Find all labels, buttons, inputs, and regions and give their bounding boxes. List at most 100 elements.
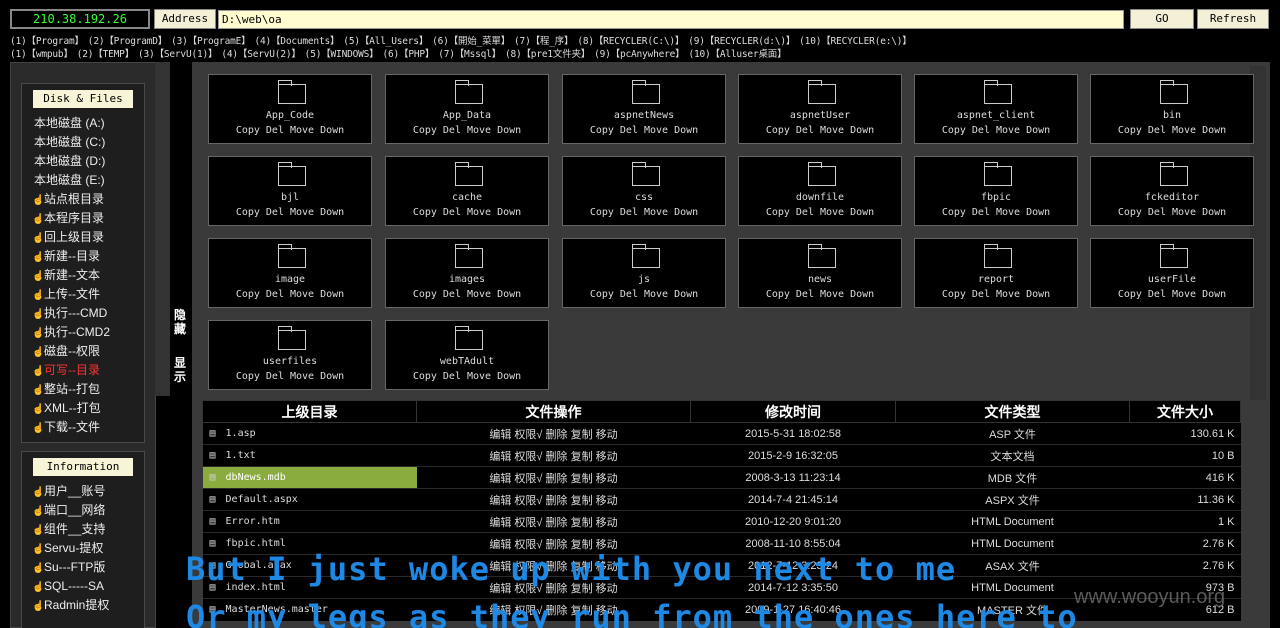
file-actions[interactable]: 编辑 权限√ 删除 复制 移动 — [416, 510, 691, 533]
file-name[interactable]: ▤ dbNews.mdb — [202, 466, 417, 489]
folder-name[interactable]: aspnetUser — [739, 110, 901, 121]
sidebar-scrollbar[interactable] — [155, 62, 171, 396]
folder-name[interactable]: images — [386, 274, 548, 285]
folder-tile[interactable]: news Copy Del Move Down — [738, 238, 902, 308]
folder-name[interactable]: userfiles — [209, 356, 371, 367]
folder-actions[interactable]: Copy Del Move Down — [209, 371, 371, 382]
file-name[interactable]: ▤ Error.htm — [202, 510, 417, 533]
folder-actions[interactable]: Copy Del Move Down — [209, 207, 371, 218]
info-item-su-ftp[interactable]: ☝Su---FTP版 — [22, 558, 144, 577]
shortcut-link[interactable]: (4)【ServU(2)】 — [221, 49, 301, 60]
folder-name[interactable]: css — [563, 192, 725, 203]
folder-tile[interactable]: aspnetNews Copy Del Move Down — [562, 74, 726, 144]
info-item-radmin[interactable]: ☝Radmin提权 — [22, 596, 144, 615]
sidebar-item-pack-xml[interactable]: ☝XML--打包 — [22, 399, 144, 418]
folder-name[interactable]: bin — [1091, 110, 1253, 121]
info-item-components[interactable]: ☝组件__支持 — [22, 520, 144, 539]
sidebar-item-new-dir[interactable]: ☝新建--目录 — [22, 247, 144, 266]
info-item-accounts[interactable]: ☝用户__账号 — [22, 482, 144, 501]
folder-tile[interactable]: js Copy Del Move Down — [562, 238, 726, 308]
folder-actions[interactable]: Copy Del Move Down — [209, 125, 371, 136]
file-name[interactable]: ▤ 1.txt — [202, 444, 417, 467]
folder-actions[interactable]: Copy Del Move Down — [915, 289, 1077, 300]
folder-name[interactable]: cache — [386, 192, 548, 203]
file-actions[interactable]: 编辑 权限√ 删除 复制 移动 — [416, 444, 691, 467]
shortcut-link[interactable]: (2)【TEMP】 — [77, 49, 134, 60]
hide-button[interactable]: 隐藏 — [172, 308, 188, 336]
folder-actions[interactable]: Copy Del Move Down — [563, 125, 725, 136]
folder-tile[interactable]: App_Data Copy Del Move Down — [385, 74, 549, 144]
folder-tile[interactable]: downfile Copy Del Move Down — [738, 156, 902, 226]
folder-name[interactable]: webTAdult — [386, 356, 548, 367]
refresh-button[interactable]: Refresh — [1197, 9, 1269, 29]
folder-tile[interactable]: images Copy Del Move Down — [385, 238, 549, 308]
folder-name[interactable]: fckeditor — [1091, 192, 1253, 203]
folder-name[interactable]: aspnet_client — [915, 110, 1077, 121]
folder-tile[interactable]: cache Copy Del Move Down — [385, 156, 549, 226]
folder-tile[interactable]: bjl Copy Del Move Down — [208, 156, 372, 226]
shortcut-link[interactable]: (10)【RECYCLER(e:\)】 — [799, 36, 912, 47]
file-name[interactable]: ▤ 1.asp — [202, 422, 417, 445]
folder-tile[interactable]: aspnet_client Copy Del Move Down — [914, 74, 1078, 144]
folder-actions[interactable]: Copy Del Move Down — [739, 125, 901, 136]
folder-actions[interactable]: Copy Del Move Down — [739, 289, 901, 300]
sidebar-item-disk-perm[interactable]: ☝磁盘--权限 — [22, 342, 144, 361]
folder-name[interactable]: downfile — [739, 192, 901, 203]
folder-name[interactable]: App_Data — [386, 110, 548, 121]
sidebar-item-program-dir[interactable]: ☝本程序目录 — [22, 209, 144, 228]
info-item-servu[interactable]: ☝Servu-提权 — [22, 539, 144, 558]
folder-tile[interactable]: fckeditor Copy Del Move Down — [1090, 156, 1254, 226]
disk-c[interactable]: 本地磁盘 (C:) — [22, 133, 144, 152]
shortcut-link[interactable]: (9)【pcAnywhere】 — [594, 49, 685, 60]
file-actions[interactable]: 编辑 权限√ 删除 复制 移动 — [416, 466, 691, 489]
folder-actions[interactable]: Copy Del Move Down — [1091, 289, 1253, 300]
shortcut-link[interactable]: (6)【PHP】 — [382, 49, 434, 60]
disk-d[interactable]: 本地磁盘 (D:) — [22, 152, 144, 171]
sidebar-item-writable-dir[interactable]: ☝可写--目录 — [22, 361, 144, 380]
folder-tile[interactable]: image Copy Del Move Down — [208, 238, 372, 308]
folder-tile[interactable]: css Copy Del Move Down — [562, 156, 726, 226]
folder-actions[interactable]: Copy Del Move Down — [563, 207, 725, 218]
file-actions[interactable]: 编辑 权限√ 删除 复制 移动 — [416, 422, 691, 445]
address-button[interactable]: Address — [154, 9, 216, 29]
folder-name[interactable]: news — [739, 274, 901, 285]
folder-actions[interactable]: Copy Del Move Down — [915, 207, 1077, 218]
sidebar-item-pack-site[interactable]: ☝整站--打包 — [22, 380, 144, 399]
shortcut-link[interactable]: (3)【ServU(1)】 — [138, 49, 218, 60]
sidebar-item-cmd2[interactable]: ☝执行--CMD2 — [22, 323, 144, 342]
folder-name[interactable]: aspnetNews — [563, 110, 725, 121]
folder-actions[interactable]: Copy Del Move Down — [386, 371, 548, 382]
sidebar-item-new-text[interactable]: ☝新建--文本 — [22, 266, 144, 285]
folder-name[interactable]: report — [915, 274, 1077, 285]
folder-actions[interactable]: Copy Del Move Down — [915, 125, 1077, 136]
folder-tile[interactable]: bin Copy Del Move Down — [1090, 74, 1254, 144]
file-name[interactable]: ▤ Default.aspx — [202, 488, 417, 511]
col-parent-dir[interactable]: 上级目录 — [202, 400, 417, 423]
shortcut-link[interactable]: (8)【pre1文件夹】 — [505, 49, 590, 60]
file-actions[interactable]: 编辑 权限√ 删除 复制 移动 — [416, 488, 691, 511]
folder-name[interactable]: image — [209, 274, 371, 285]
folder-actions[interactable]: Copy Del Move Down — [209, 289, 371, 300]
folder-actions[interactable]: Copy Del Move Down — [739, 207, 901, 218]
sidebar-item-upload[interactable]: ☝上传--文件 — [22, 285, 144, 304]
folder-name[interactable]: bjl — [209, 192, 371, 203]
shortcut-link[interactable]: (10)【Alluser桌面】 — [688, 49, 786, 60]
folder-actions[interactable]: Copy Del Move Down — [1091, 125, 1253, 136]
shortcut-link[interactable]: (1)【wmpub】 — [10, 49, 73, 60]
disk-e[interactable]: 本地磁盘 (E:) — [22, 171, 144, 190]
info-item-ports[interactable]: ☝端口__网络 — [22, 501, 144, 520]
folder-name[interactable]: App_Code — [209, 110, 371, 121]
folder-tile[interactable]: App_Code Copy Del Move Down — [208, 74, 372, 144]
sidebar-item-download[interactable]: ☝下载--文件 — [22, 418, 144, 437]
sidebar-item-site-root[interactable]: ☝站点根目录 — [22, 190, 144, 209]
folder-tile[interactable]: fbpic Copy Del Move Down — [914, 156, 1078, 226]
address-input[interactable] — [218, 10, 1124, 29]
info-item-sql-sa[interactable]: ☝SQL-----SA — [22, 577, 144, 596]
folder-name[interactable]: userFile — [1091, 274, 1253, 285]
sidebar-item-cmd[interactable]: ☝执行---CMD — [22, 304, 144, 323]
show-button[interactable]: 显示 — [172, 356, 188, 384]
folder-tile[interactable]: userFile Copy Del Move Down — [1090, 238, 1254, 308]
shortcut-link[interactable]: (5)【WINDOWS】 — [305, 49, 379, 60]
folder-tile[interactable]: webTAdult Copy Del Move Down — [385, 320, 549, 390]
folder-actions[interactable]: Copy Del Move Down — [386, 207, 548, 218]
